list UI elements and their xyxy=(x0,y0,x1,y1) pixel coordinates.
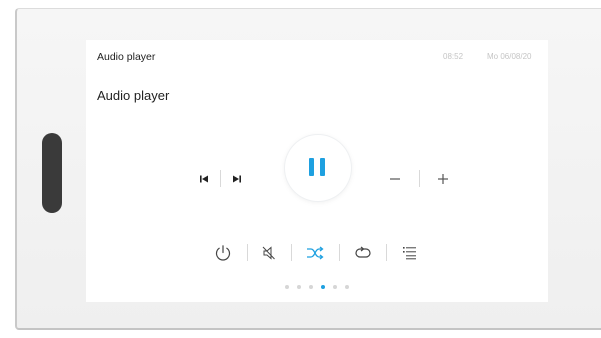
skip-previous-icon[interactable] xyxy=(199,174,209,184)
header-date: Mo 06/08/20 xyxy=(487,52,532,61)
divider xyxy=(291,244,292,261)
divider xyxy=(247,244,248,261)
skip-next-icon[interactable] xyxy=(232,174,242,184)
playlist-icon[interactable] xyxy=(402,245,418,261)
shuffle-icon[interactable] xyxy=(306,246,324,260)
volume-up-button[interactable] xyxy=(437,173,449,185)
mute-icon[interactable] xyxy=(261,245,277,261)
pause-icon-bar xyxy=(320,158,325,176)
page-dot[interactable] xyxy=(333,285,337,289)
header-title: Audio player xyxy=(97,51,156,63)
repeat-icon[interactable] xyxy=(354,246,372,260)
page-dot[interactable] xyxy=(297,285,301,289)
page-dot[interactable] xyxy=(345,285,349,289)
side-handle xyxy=(42,133,62,213)
divider xyxy=(386,244,387,261)
power-icon[interactable] xyxy=(214,244,232,262)
play-pause-button[interactable] xyxy=(285,135,351,201)
header-time: 08:52 xyxy=(443,52,464,61)
page-dot[interactable] xyxy=(309,285,313,289)
page-dot[interactable] xyxy=(285,285,289,289)
divider xyxy=(220,170,221,187)
volume-down-button[interactable] xyxy=(389,173,401,185)
divider xyxy=(339,244,340,261)
page-title: Audio player xyxy=(97,88,170,103)
divider xyxy=(419,170,420,187)
page-dot-active[interactable] xyxy=(321,285,325,289)
pause-icon xyxy=(309,158,314,176)
screen: Audio player 08:52 Mo 06/08/20 Audio pla… xyxy=(86,40,548,302)
